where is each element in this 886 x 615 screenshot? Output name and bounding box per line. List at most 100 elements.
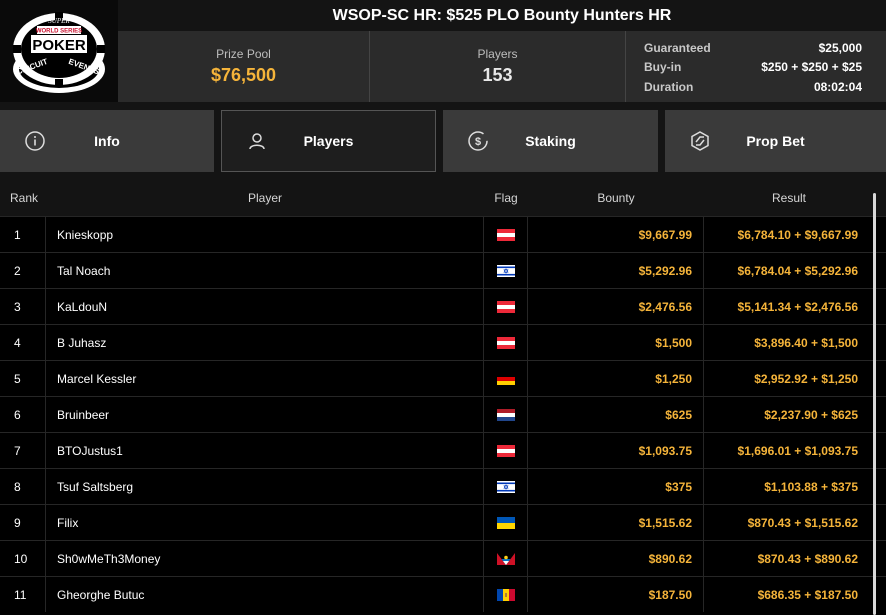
result-cell: $3,896.40 + $1,500 <box>754 335 858 350</box>
bounty-cell: $9,667.99 <box>528 217 704 252</box>
player-name-cell[interactable]: Knieskopp <box>46 217 484 252</box>
bounty-cell: $5,292.96 <box>528 253 704 288</box>
svg-text:POKER: POKER <box>32 37 86 54</box>
duration-label: Duration <box>644 79 694 94</box>
header-bounty[interactable]: Bounty <box>528 191 704 205</box>
netherlands-flag-icon <box>496 408 515 421</box>
header-player[interactable]: Player <box>46 191 484 205</box>
flag-cell <box>484 577 528 612</box>
table-row[interactable]: 2 Tal Noach $5,292.96 $6,784.04 + $5,292.96 <box>0 252 886 288</box>
tab-info[interactable]: Info <box>0 110 214 172</box>
players-value: 153 <box>482 65 513 85</box>
israel-flag-icon <box>496 480 515 493</box>
header-flag[interactable]: Flag <box>484 191 528 205</box>
player-name-cell[interactable]: BTOJustus1 <box>46 433 484 468</box>
table-row[interactable]: 1 Knieskopp $9,667.99 $6,784.10 + $9,667.99 <box>0 216 886 252</box>
table-row[interactable]: 9 Filix $1,515.62 $870.43 + $1,515.62 <box>0 504 886 540</box>
player-name-cell[interactable]: Filix <box>46 505 484 540</box>
wsop-circuit-logo: SUPER WORLD SERIES POKER CIRCUIT EVENTS <box>0 0 118 102</box>
ukraine-flag-icon <box>496 516 515 529</box>
buy-in-value: $250 + $250 + $25 <box>761 60 862 75</box>
player-name-cell[interactable]: Gheorghe Butuc <box>46 577 484 612</box>
table-row[interactable]: 7 BTOJustus1 $1,093.75 $1,696.01 + $1,093.7… <box>0 432 886 468</box>
result-cell: $6,784.10 + $9,667.99 <box>737 227 858 242</box>
tab-prop-bet[interactable]: Prop Bet <box>665 110 886 172</box>
buy-in-row: Buy-in $250 + $250 + $25 <box>644 58 862 78</box>
poker-chip-logo-icon: SUPER WORLD SERIES POKER CIRCUIT EVENTS <box>13 12 105 93</box>
svg-text:SUPER: SUPER <box>48 17 70 25</box>
prop-bet-icon <box>691 131 709 151</box>
result-cell: $6,784.04 + $5,292.96 <box>737 263 858 278</box>
table-row[interactable]: 5 Marcel Kessler $1,250 $2,952.92 + $1,250 <box>0 360 886 396</box>
result-cell: $1,696.01 + $1,093.75 <box>737 443 858 458</box>
result-cell: $870.43 + $1,515.62 <box>747 515 858 530</box>
table-row[interactable]: 4B Juhasz $1,500 $3,896.40 + $1,500 <box>0 324 886 360</box>
player-name-cell[interactable]: B Juhasz <box>46 325 484 360</box>
header-rank[interactable]: Rank <box>0 191 46 205</box>
duration-value: 08:02:04 <box>813 79 862 94</box>
austria-flag-icon <box>496 228 515 241</box>
user-icon <box>249 133 265 150</box>
buy-in-label: Buy-in <box>644 60 682 75</box>
rank-cell: 9 <box>0 505 46 540</box>
player-name-cell[interactable]: Tsuf Saltsberg <box>46 469 484 504</box>
bounty-cell: $1,500 <box>528 325 704 360</box>
rank-cell: 1 <box>0 217 46 252</box>
tab-players[interactable]: Players <box>221 110 436 172</box>
guaranteed-row: Guaranteed $25,000 <box>644 38 862 58</box>
rank-cell: 3 <box>0 289 46 324</box>
players-table: Rank Player Flag Bounty Result 1 Knieskop… <box>0 180 886 615</box>
header-result[interactable]: Result <box>704 191 874 205</box>
austria-flag-icon <box>496 300 515 313</box>
prize-pool-value: $76,500 <box>210 65 277 85</box>
flag-cell <box>484 505 528 540</box>
rank-cell: 8 <box>0 469 46 504</box>
bounty-cell: $1,093.75 <box>528 433 704 468</box>
table-row[interactable]: 8 Tsuf Saltsberg $375 $1,103.88 + $375 <box>0 468 886 504</box>
player-name-cell[interactable]: KaLdouN <box>46 289 484 324</box>
result-cell: $870.43 + $890.62 <box>757 551 858 566</box>
tournament-title: WSOP-SC HR: $525 PLO Bounty Hunters HR <box>118 0 886 31</box>
table-row[interactable]: 11 Gheorghe Butuc $187.50 $686.35 + $187.50 <box>0 576 886 612</box>
flag-cell <box>484 325 528 360</box>
rank-cell: 6 <box>0 397 46 432</box>
table-body: 1 Knieskopp $9,667.99 $6,784.10 + $9,667.99… <box>0 216 886 612</box>
antigua-and-barbuda-flag-icon <box>496 552 515 565</box>
result-cell: $1,103.88 + $375 <box>764 479 858 494</box>
player-name-cell[interactable]: Marcel Kessler <box>46 361 484 396</box>
tab-bar: Info Players $ Staking Prop Bet <box>0 102 886 180</box>
bounty-cell: $187.50 <box>528 577 704 612</box>
table-scrollbar[interactable] <box>873 193 876 615</box>
germany-flag-icon <box>496 372 515 385</box>
tab-staking[interactable]: $ Staking <box>443 110 658 172</box>
israel-flag-icon <box>496 264 515 277</box>
result-cell: $2,237.90 + $625 <box>764 407 858 422</box>
result-cell: $686.35 + $187.50 <box>757 587 858 602</box>
flag-cell <box>484 289 528 324</box>
rank-cell: 5 <box>0 361 46 396</box>
table-row[interactable]: 10 Sh0wMeTh3Money $890.62 $870.43 + $890.62 <box>0 540 886 576</box>
table-header: Rank Player Flag Bounty Result <box>0 180 886 216</box>
duration-row: Duration 08:02:04 <box>644 77 862 97</box>
bounty-cell: $2,476.56 <box>528 289 704 324</box>
player-name-cell[interactable]: Sh0wMeTh3Money <box>46 541 484 576</box>
prize-pool-label: Prize Pool <box>216 47 271 61</box>
rank-cell: 4 <box>0 325 46 360</box>
table-row[interactable]: 3 KaLdouN $2,476.56 $5,141.34 + $2,476.56 <box>0 288 886 324</box>
prize-pool-stat: Prize Pool $76,500 <box>118 31 370 102</box>
flag-cell <box>484 397 528 432</box>
rank-cell: 2 <box>0 253 46 288</box>
result-cell: $5,141.34 + $2,476.56 <box>737 299 858 314</box>
player-name-cell[interactable]: Tal Noach <box>46 253 484 288</box>
tournament-details: Guaranteed $25,000 Buy-in $250 + $250 + … <box>626 31 886 102</box>
table-row[interactable]: 6 Bruinbeer $625 $2,237.90 + $625 <box>0 396 886 432</box>
guaranteed-label: Guaranteed <box>644 40 711 55</box>
player-name-cell[interactable]: Bruinbeer <box>46 397 484 432</box>
guaranteed-value: $25,000 <box>818 40 862 55</box>
info-icon <box>25 131 45 151</box>
austria-flag-icon <box>496 444 515 457</box>
bounty-cell: $625 <box>528 397 704 432</box>
rank-cell: 11 <box>0 577 46 612</box>
rank-cell: 10 <box>0 541 46 576</box>
bounty-cell: $1,515.62 <box>528 505 704 540</box>
